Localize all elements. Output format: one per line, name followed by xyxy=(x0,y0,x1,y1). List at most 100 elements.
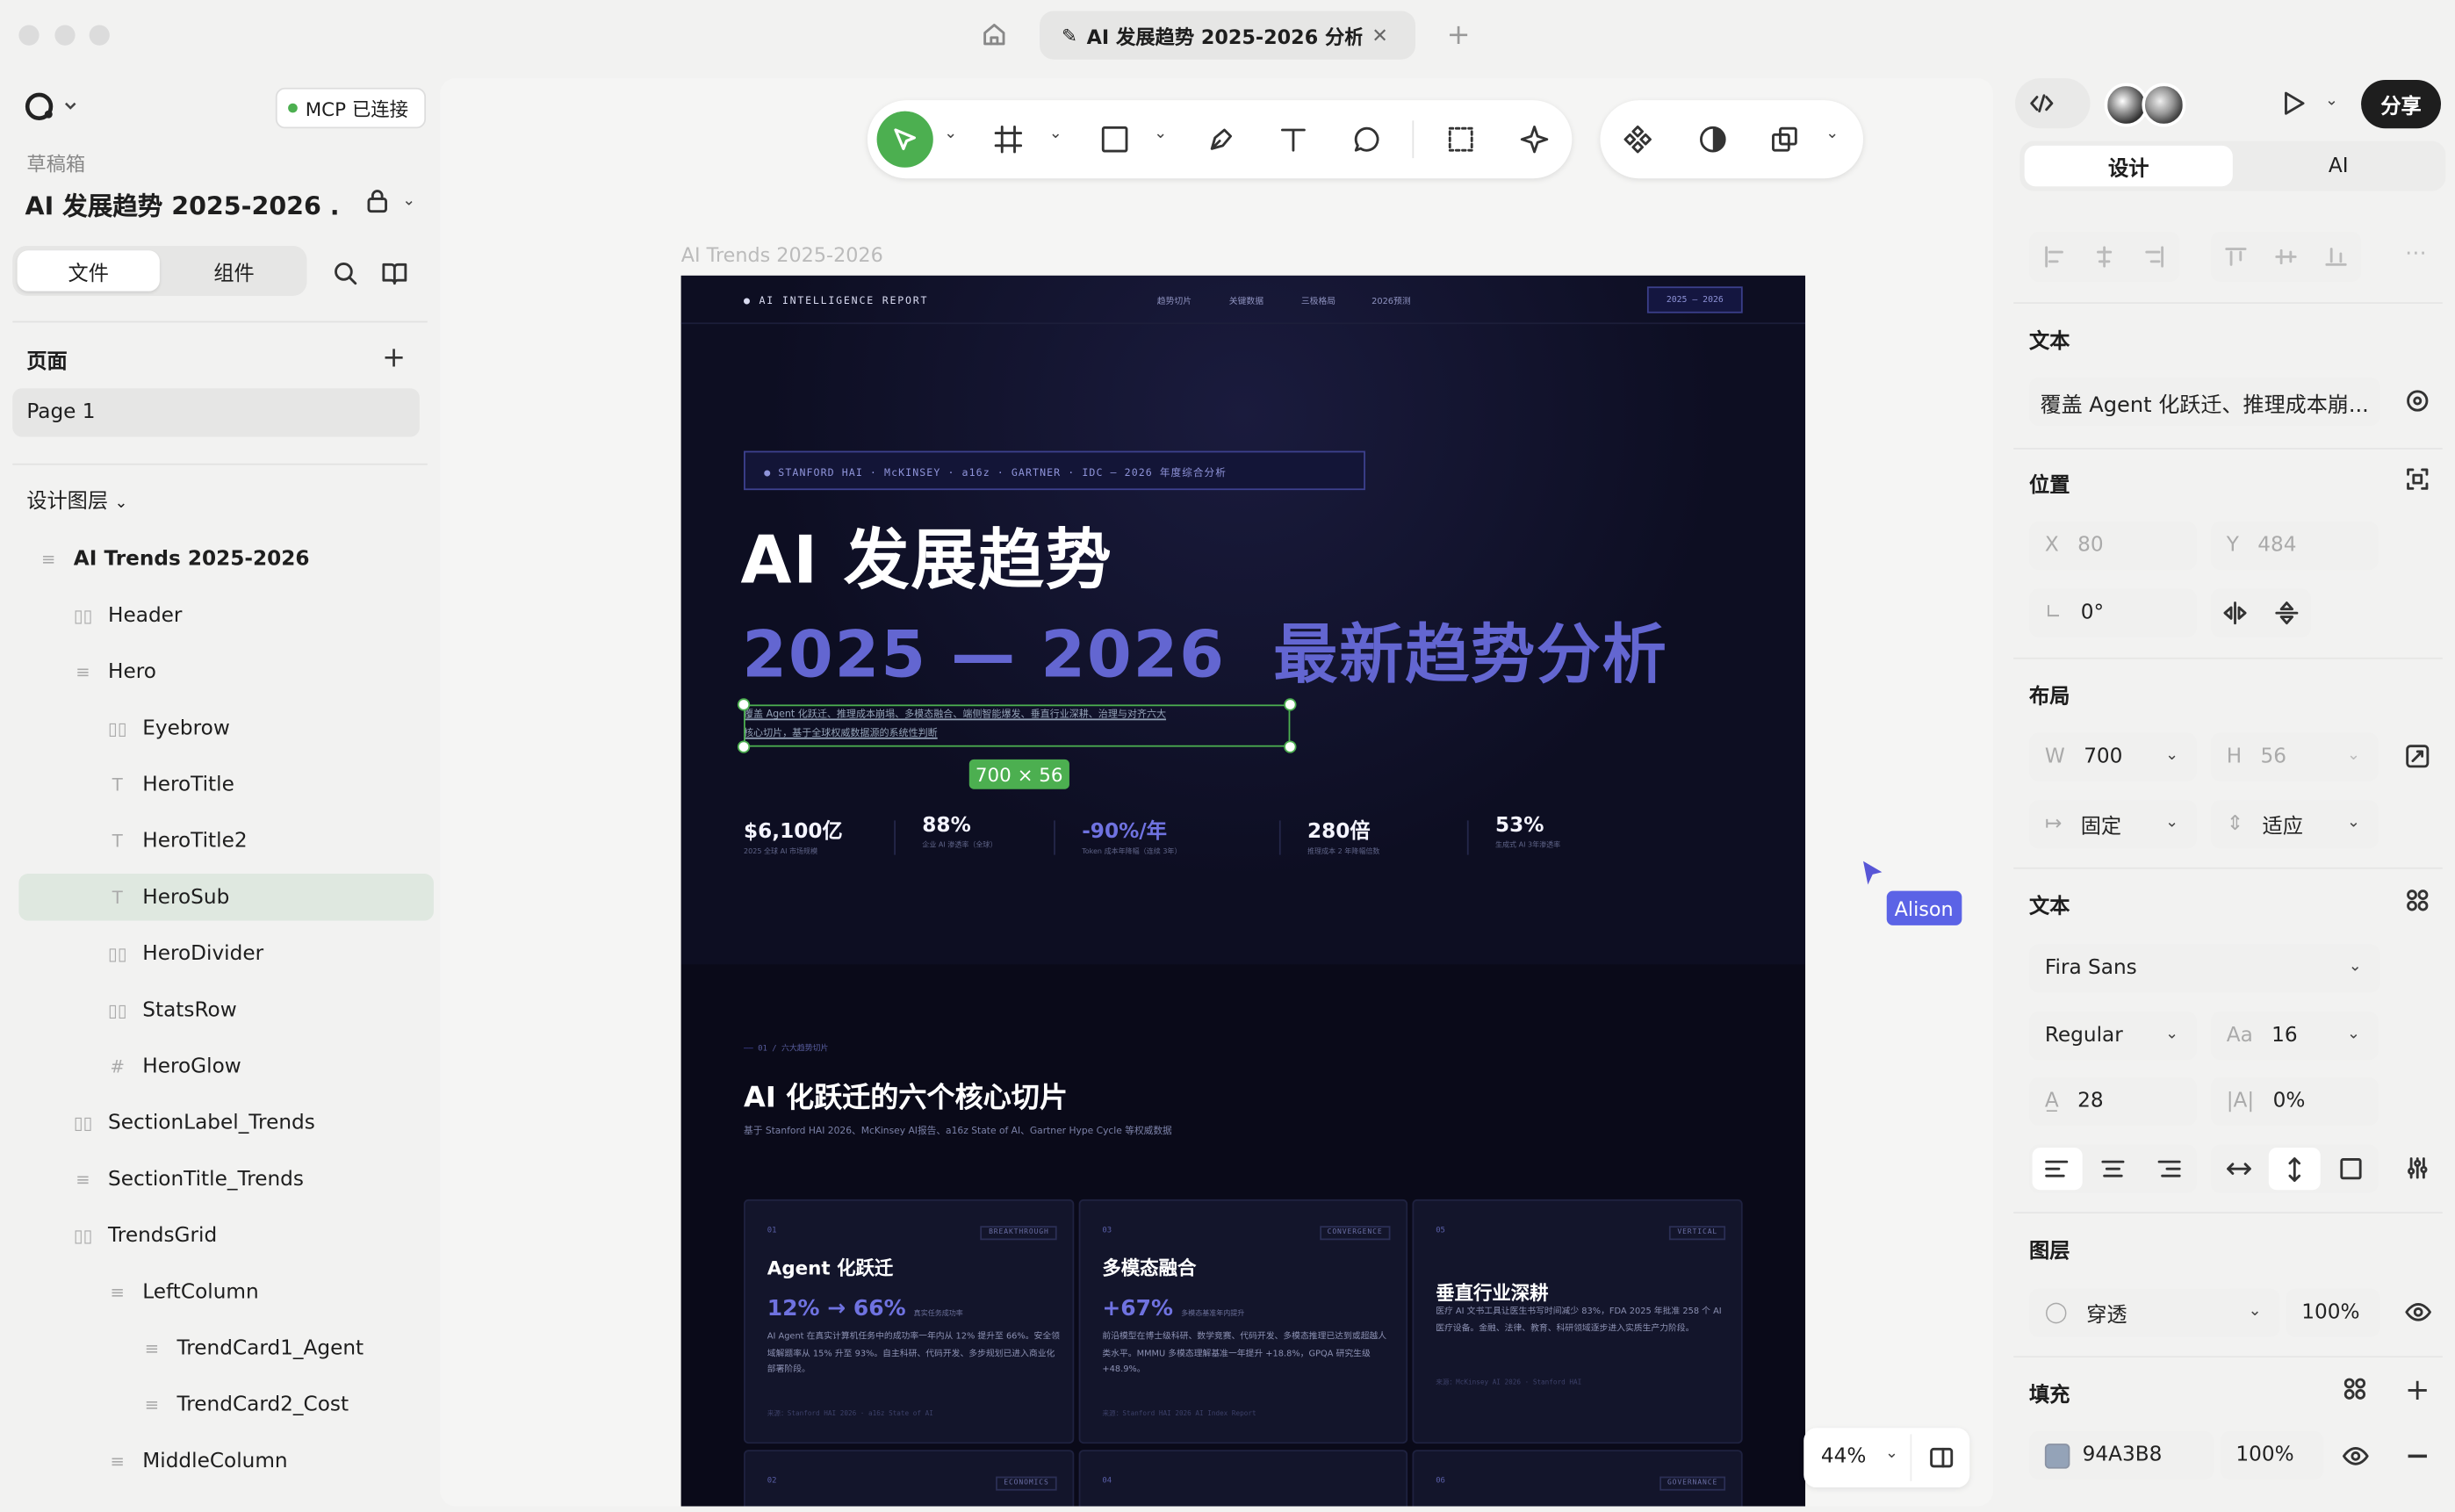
layer-item[interactable]: ▯▯ StatsRow xyxy=(18,986,434,1033)
font-weight-select[interactable]: Regular ⌄ xyxy=(2029,1011,2197,1061)
resize-handle[interactable] xyxy=(737,740,751,753)
text-align-left-icon[interactable] xyxy=(2045,1159,2069,1179)
crop-tool-icon[interactable] xyxy=(1445,124,1477,155)
constrain-proportions-icon[interactable] xyxy=(2405,744,2430,769)
position-target-icon[interactable] xyxy=(2405,466,2430,492)
type-settings-icon[interactable] xyxy=(2405,1156,2430,1181)
new-tab-icon[interactable]: + xyxy=(1447,18,1471,51)
layer-item[interactable]: ▯▯ Eyebrow xyxy=(18,704,434,751)
selection-box[interactable] xyxy=(744,704,1291,747)
text-styles-icon[interactable] xyxy=(2405,888,2430,913)
layer-item[interactable]: ≡ AI Trends 2025-2026 xyxy=(18,536,434,582)
font-size-field[interactable]: Aa 16 ⌄ xyxy=(2210,1011,2379,1061)
zoom-level[interactable]: 44% xyxy=(1821,1445,1867,1469)
layer-item[interactable]: T HeroTitle xyxy=(18,761,434,808)
rectangle-tool-icon[interactable] xyxy=(1099,124,1131,155)
text-sync-icon[interactable] xyxy=(2405,388,2430,414)
blend-mode-select[interactable]: ◯ 穿透 ⌄ xyxy=(2029,1288,2280,1337)
layer-item[interactable]: ≡ MiddleColumn xyxy=(18,1437,434,1484)
align-middle-icon[interactable] xyxy=(2275,246,2297,268)
auto-height-icon[interactable] xyxy=(2283,1157,2307,1183)
trend-card[interactable]: 06 GOVERNANCE xyxy=(1412,1450,1743,1507)
frame-label[interactable]: AI Trends 2025-2026 xyxy=(681,242,883,266)
layer-item[interactable]: ▯▯ TrendsGrid xyxy=(18,1212,434,1258)
trend-card[interactable]: 01 BREAKTHROUGH Agent 化跃迁 12% → 66% 真实任务成功率… xyxy=(744,1199,1075,1444)
layer-item[interactable]: # HeroGlow xyxy=(18,1043,434,1090)
fill-swatch[interactable] xyxy=(2044,1443,2070,1468)
eye-icon[interactable] xyxy=(2405,1300,2431,1325)
layer-item[interactable]: T HeroTitle2 xyxy=(18,817,434,864)
trend-card[interactable]: 04 xyxy=(1078,1450,1408,1507)
trend-card[interactable]: 05 VERTICAL 垂直行业深耕 医疗 AI 文书工具让医生书写时间减少 83%，… xyxy=(1412,1199,1743,1444)
resize-handle[interactable] xyxy=(1284,698,1297,711)
layer-item[interactable]: ▯▯ HeroDivider xyxy=(18,930,434,976)
trend-card[interactable]: 03 CONVERGENCE 多模态融合 +67% 多模态基准年内提升 前沿模型在博士级… xyxy=(1078,1199,1408,1444)
layer-item[interactable]: ≡ Hero xyxy=(18,648,434,695)
y-field[interactable]: Y 484 xyxy=(2210,521,2379,571)
layer-item[interactable]: ▯▯ SectionLabel_Trends xyxy=(18,1099,434,1146)
contrast-icon[interactable] xyxy=(1697,124,1729,155)
fill-color-field[interactable]: 94A3B8 xyxy=(2029,1430,2214,1480)
remove-fill-icon[interactable] xyxy=(2408,1454,2427,1458)
letter-spacing-field[interactable]: |A| 0% xyxy=(2210,1076,2379,1127)
ai-sparkle-icon[interactable] xyxy=(1519,124,1551,155)
layer-item[interactable]: T HeroSub xyxy=(18,874,434,921)
width-mode-select[interactable]: ↦ 固定 ⌄ xyxy=(2029,800,2197,849)
layers-label[interactable]: 设计图层 ⌄ xyxy=(26,484,127,514)
height-field[interactable]: H 56 ⌄ xyxy=(2210,732,2379,781)
avatar[interactable] xyxy=(2142,83,2186,127)
align-bottom-icon[interactable] xyxy=(2325,246,2347,268)
app-logo-icon[interactable] xyxy=(24,90,77,122)
align-center-h-icon[interactable] xyxy=(2093,246,2115,268)
x-field[interactable]: X 80 xyxy=(2029,521,2197,571)
tab-ai[interactable]: AI xyxy=(2235,146,2443,186)
home-icon[interactable] xyxy=(980,20,1008,48)
play-options-chevron-icon[interactable]: ⌄ xyxy=(2325,92,2338,110)
layer-item[interactable]: ▯▯ Header xyxy=(18,592,434,638)
tab-files[interactable]: 文件 xyxy=(17,250,160,292)
lock-icon[interactable] xyxy=(364,188,390,214)
line-height-field[interactable]: A̲ 28 xyxy=(2029,1076,2197,1127)
play-icon[interactable] xyxy=(2279,90,2307,118)
tab-design[interactable]: 设计 xyxy=(2024,145,2233,187)
font-family-select[interactable]: Fira Sans ⌄ xyxy=(2029,944,2380,993)
layer-item[interactable]: ≡ LeftColumn xyxy=(18,1268,434,1314)
document-tab[interactable]: ✎ AI 发展趋势 2025-2026 分析报告 ✕ xyxy=(1040,11,1416,60)
add-fill-icon[interactable]: + xyxy=(2405,1373,2430,1408)
minimize-window-button[interactable] xyxy=(54,25,76,46)
page-item[interactable]: Page 1 xyxy=(12,388,420,437)
zoom-chevron-icon[interactable]: ⌄ xyxy=(1885,1445,1898,1463)
trend-card[interactable]: 02 ECONOMICS xyxy=(744,1450,1075,1507)
align-left-icon[interactable] xyxy=(2043,246,2065,268)
mcp-status[interactable]: MCP 已连接 xyxy=(275,87,427,129)
add-page-icon[interactable]: + xyxy=(382,342,406,374)
fill-opacity-field[interactable]: 100% xyxy=(2220,1430,2324,1480)
more-icon[interactable]: ⋯ xyxy=(2405,241,2427,267)
height-mode-select[interactable]: ⇕ 适应 ⌄ xyxy=(2210,800,2379,849)
dev-mode-toggle[interactable] xyxy=(2014,78,2091,129)
comment-tool-icon[interactable] xyxy=(1351,124,1383,155)
component-icon[interactable] xyxy=(1622,124,1653,155)
layer-item[interactable]: ≡ TrendCard1_Agent xyxy=(18,1325,434,1372)
fill-visibility-icon[interactable] xyxy=(2343,1444,2369,1469)
text-align-center-icon[interactable] xyxy=(2101,1159,2125,1179)
fill-styles-icon[interactable] xyxy=(2343,1376,2368,1401)
text-content-field[interactable]: 覆盖 Agent 化跃迁、推理成本崩... xyxy=(2029,377,2380,427)
move-tool-icon[interactable] xyxy=(876,111,933,168)
frame-tool-icon[interactable] xyxy=(993,124,1025,155)
text-tool-icon[interactable] xyxy=(1278,124,1309,155)
share-button[interactable]: 分享 xyxy=(2361,79,2442,129)
flip-horizontal-icon[interactable] xyxy=(2223,601,2247,625)
flip-vertical-icon[interactable] xyxy=(2275,601,2299,625)
boolean-icon[interactable] xyxy=(1769,124,1801,155)
tab-components[interactable]: 组件 xyxy=(162,250,305,291)
rotation-field[interactable]: ∟ 0° xyxy=(2029,588,2197,637)
resize-handle[interactable] xyxy=(737,698,751,711)
auto-width-icon[interactable] xyxy=(2227,1157,2252,1181)
close-window-button[interactable] xyxy=(18,25,40,46)
search-icon[interactable] xyxy=(332,260,358,286)
pen-tool-icon[interactable] xyxy=(1206,124,1237,155)
width-field[interactable]: W 700 ⌄ xyxy=(2029,732,2197,781)
file-menu-chevron-icon[interactable]: ⌄ xyxy=(402,192,415,210)
artboard-ai-trends[interactable]: ● AI INTELLIGENCE REPORT 趋势切片 关键数据 三极格局 … xyxy=(680,275,1806,1507)
